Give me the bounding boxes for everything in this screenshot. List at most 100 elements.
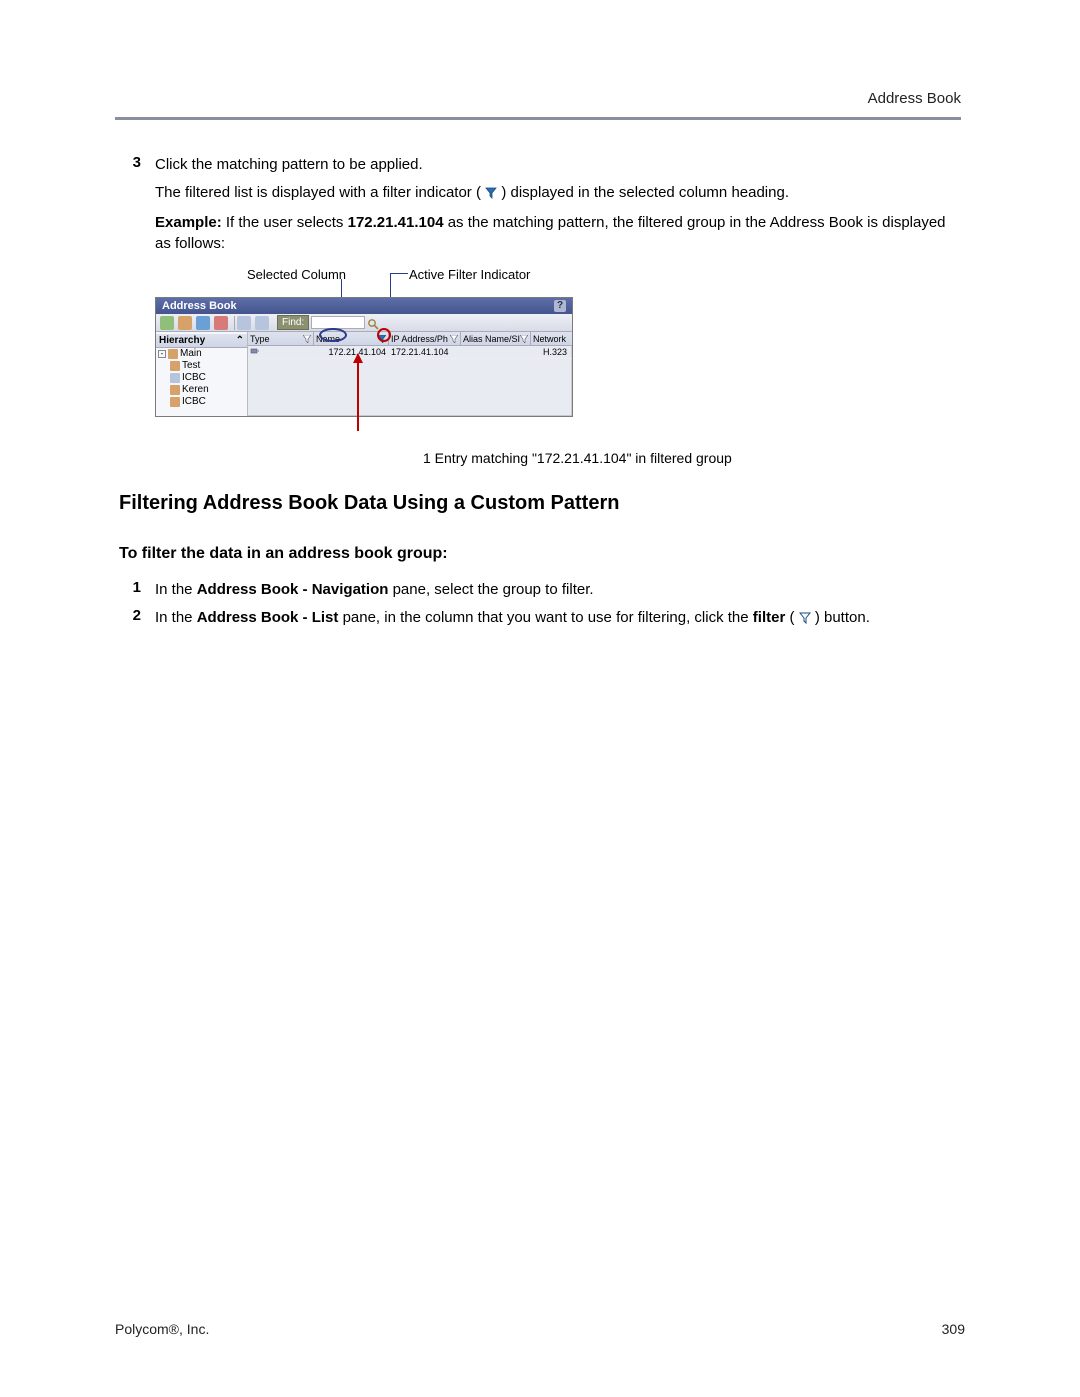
col-label: Name [316, 334, 340, 344]
header-rule [115, 117, 961, 120]
example-ip: 172.21.41.104 [348, 214, 444, 231]
text: ) button. [815, 609, 870, 626]
toolbar-icon-add[interactable] [160, 316, 174, 330]
tree-item[interactable]: ICBC [156, 396, 247, 408]
folder-icon [170, 385, 180, 395]
toolbar-icon-edit[interactable] [178, 316, 192, 330]
address-book-window: Address Book ? Find: [155, 297, 573, 417]
text: In the [155, 609, 197, 626]
procedure-heading: To filter the data in an address book gr… [119, 545, 965, 563]
text: pane, in the column that you want to use… [343, 609, 753, 626]
toolbar-icon-group[interactable] [196, 316, 210, 330]
folder-icon [168, 349, 178, 359]
tree-item[interactable]: Keren [156, 384, 247, 396]
toolbar: Find: [156, 314, 572, 332]
help-button[interactable]: ? [554, 300, 566, 312]
funnel-icon[interactable] [303, 335, 311, 343]
cell-type [248, 346, 314, 358]
figure-wrap: Selected Column Active Filter Indicator … [155, 267, 965, 466]
search-icon[interactable] [367, 317, 379, 329]
grid-headers: Type Name IP Address/Ph [248, 332, 572, 346]
callout-selected-column: Selected Column [247, 267, 346, 282]
tree-item[interactable]: ICBC [156, 372, 247, 384]
arrow-up-icon [353, 353, 363, 363]
col-network[interactable]: Network [531, 332, 572, 345]
filter-icon [485, 184, 497, 206]
tree-item[interactable]: Test [156, 360, 247, 372]
funnel-icon[interactable] [450, 335, 458, 343]
bold-text: Address Book - List [197, 609, 339, 626]
step-2: 2 In the Address Book - List pane, in th… [119, 607, 965, 631]
funnel-icon-active[interactable] [378, 335, 386, 343]
toolbar-icon-delete[interactable] [214, 316, 228, 330]
page: Address Book 3 Click the matching patter… [0, 0, 1080, 1397]
window-title-bar: Address Book ? [156, 298, 572, 314]
step-1: 1 In the Address Book - Navigation pane,… [119, 579, 965, 601]
endpoint-icon [250, 348, 260, 358]
col-label: Alias Name/SI [463, 334, 520, 344]
toolbar-separator [234, 316, 235, 330]
hierarchy-tree: Hierarchy ⌃ - Main Test [156, 332, 248, 416]
col-name[interactable]: Name [314, 332, 389, 345]
hierarchy-label: Hierarchy [159, 335, 205, 346]
toolbar-icon-import[interactable] [237, 316, 251, 330]
window-title: Address Book [162, 300, 237, 312]
col-alias[interactable]: Alias Name/SI [461, 332, 531, 345]
page-header: Address Book [115, 90, 965, 120]
example-label: Example: [155, 214, 222, 231]
col-label: IP Address/Ph [391, 334, 448, 344]
cell-network: H.323 [531, 347, 572, 357]
find-label: Find: [277, 315, 309, 330]
callout-active-filter: Active Filter Indicator [409, 267, 530, 282]
col-type[interactable]: Type [248, 332, 314, 345]
step-3-example: Example: If the user selects 172.21.41.1… [155, 212, 965, 256]
text: pane, select the group to filter. [393, 581, 594, 598]
callout-line [390, 273, 408, 274]
tree-header: Hierarchy ⌃ [156, 334, 247, 348]
pin-icon[interactable]: ⌃ [236, 335, 244, 346]
bold-text: filter [753, 609, 786, 626]
footer: Polycom®, Inc. 309 [115, 1321, 965, 1337]
toolbar-icon-export[interactable] [255, 316, 269, 330]
footer-page: 309 [942, 1321, 965, 1337]
step-number: 3 [119, 154, 155, 176]
step-text: Click the matching pattern to be applied… [155, 154, 965, 176]
step-text: In the Address Book - List pane, in the … [155, 607, 965, 631]
tree-label: Main [180, 348, 202, 360]
folder-icon [170, 397, 180, 407]
red-callout-line [357, 361, 359, 431]
text: If the user selects [226, 214, 348, 231]
tree-label: ICBC [182, 372, 206, 384]
cell-ip: 172.21.41.104 [389, 347, 461, 357]
address-book-body: Hierarchy ⌃ - Main Test [156, 332, 572, 416]
grid-row[interactable]: 172.21.41.104 172.21.41.104 H.323 [248, 346, 572, 359]
step-text: In the Address Book - Navigation pane, s… [155, 579, 965, 601]
figure-caption: 1 Entry matching "172.21.41.104" in filt… [423, 450, 965, 466]
step-number: 2 [119, 607, 155, 631]
footer-company: Polycom®, Inc. [115, 1321, 209, 1337]
tree-label: ICBC [182, 396, 206, 408]
section-heading: Filtering Address Book Data Using a Cust… [119, 492, 965, 515]
text: The filtered list is displayed with a fi… [155, 184, 481, 201]
header-title: Address Book [868, 90, 961, 107]
funnel-icon[interactable] [520, 335, 528, 343]
tree-label: Test [182, 360, 200, 372]
find-input[interactable] [311, 316, 365, 329]
tree-label: Keren [182, 384, 209, 396]
filter-icon [799, 609, 811, 631]
bold-text: Address Book - Navigation [197, 581, 389, 598]
figure: Selected Column Active Filter Indicator … [155, 267, 575, 442]
grid: Type Name IP Address/Ph [248, 332, 572, 416]
col-ip[interactable]: IP Address/Ph [389, 332, 461, 345]
expand-icon[interactable]: - [158, 350, 166, 358]
col-label: Network [533, 334, 566, 344]
step-number: 1 [119, 579, 155, 601]
step-3: 3 Click the matching pattern to be appli… [119, 154, 965, 176]
cell-name: 172.21.41.104 [314, 347, 389, 357]
col-label: Type [250, 334, 270, 344]
tree-item-main[interactable]: - Main [156, 348, 247, 360]
content: 3 Click the matching pattern to be appli… [115, 154, 965, 631]
folder-icon [170, 361, 180, 371]
step-3-line2: The filtered list is displayed with a fi… [155, 182, 965, 206]
text: In the [155, 581, 197, 598]
